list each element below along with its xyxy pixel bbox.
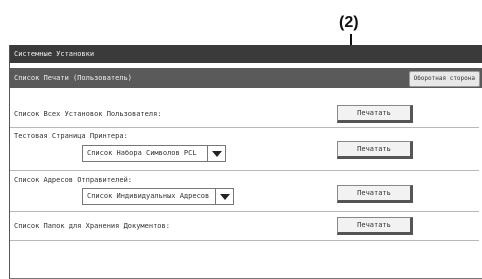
page-title-bar: Системные Установки <box>10 45 482 63</box>
print-button-printer-test-page[interactable]: Печатать <box>337 141 413 159</box>
row-label-sender-addresses: Список Адресов Отправителей: <box>14 176 133 184</box>
divider <box>10 127 479 128</box>
test-page-select-value: Список Набора Символов PCL <box>87 149 197 157</box>
sender-address-select[interactable]: Список Индивидуальных Адресов <box>82 188 234 205</box>
print-button-sender-addresses[interactable]: Печатать <box>337 185 413 203</box>
divider <box>10 240 479 241</box>
row-label-document-folders: Список Папок для Хранения Документов: <box>14 222 170 230</box>
settings-panel: Системные Установки Список Печати (Польз… <box>9 45 482 279</box>
callout-label: (2) <box>339 14 359 31</box>
divider <box>10 170 479 171</box>
section-title: Список Печати (Пользователь) <box>14 74 133 82</box>
row-label-all-user-settings: Список Всех Установок Пользователя: <box>14 110 162 118</box>
reverse-side-button[interactable]: Оборотная сторона <box>408 71 480 87</box>
section-header: Список Печати (Пользователь) Оборотная с… <box>10 68 482 88</box>
row-label-printer-test-page: Тестовая Страница Принтера: <box>14 132 128 140</box>
print-button-all-user-settings[interactable]: Печатать <box>337 105 413 123</box>
sender-address-select-value: Список Индивидуальных Адресов <box>87 192 210 200</box>
test-page-select[interactable]: Список Набора Символов PCL <box>82 145 226 162</box>
chevron-down-icon[interactable] <box>215 189 233 204</box>
chevron-down-icon[interactable] <box>207 146 225 161</box>
page-title: Системные Установки <box>14 50 95 58</box>
divider <box>10 211 479 212</box>
print-button-document-folders[interactable]: Печатать <box>337 217 413 235</box>
